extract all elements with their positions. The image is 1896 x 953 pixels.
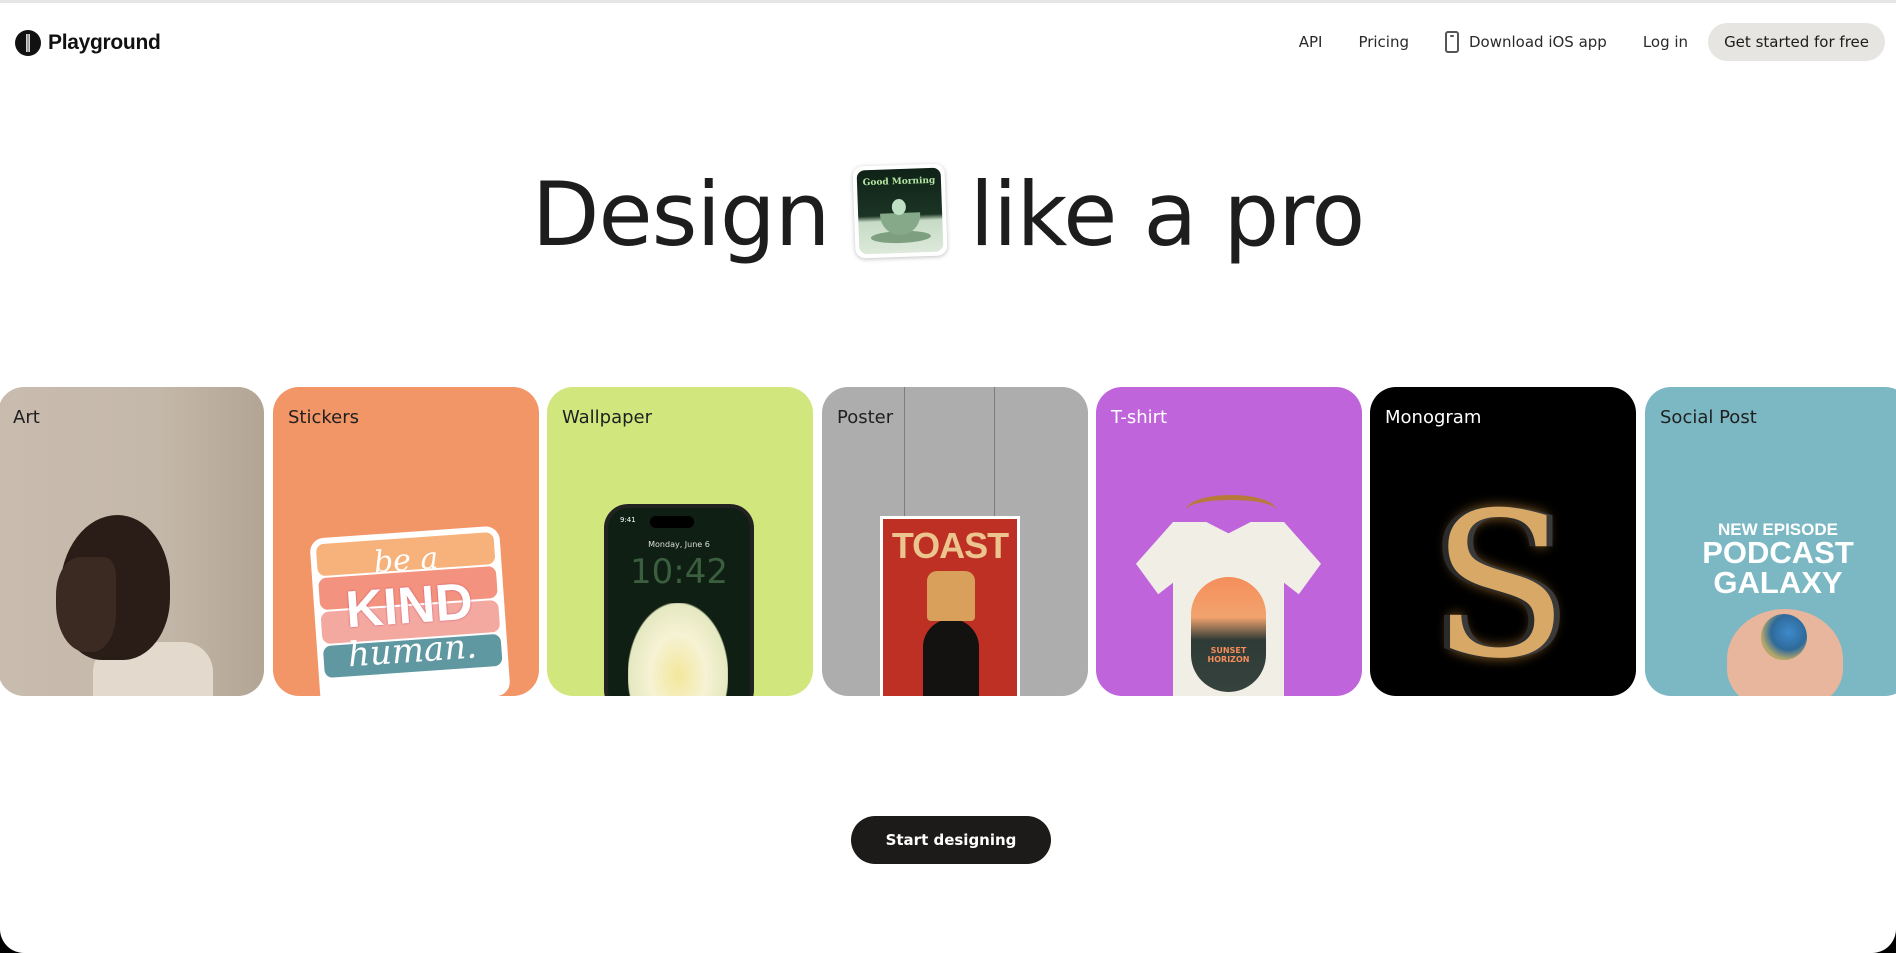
category-carousel: Art Stickers be a KIND human. Wallpaper … [0,387,1896,696]
category-card-tshirt[interactable]: T-shirt SUNSET HORIZON [1096,387,1362,696]
card-label: Wallpaper [562,407,653,428]
cat-shape [923,619,979,696]
monogram-letter: S [1431,470,1569,696]
card-label: Art [13,407,40,428]
hero-thumbnail-image: Good Morning [852,162,948,259]
hero-title-part-2: like a pro [969,163,1366,266]
poster-string [904,387,905,517]
category-card-stickers[interactable]: Stickers be a KIND human. [273,387,539,696]
card-label: T-shirt [1111,407,1168,428]
playground-logo-icon [15,30,41,56]
phone-status-time: 9:41 [620,516,636,524]
card-label: Stickers [288,407,360,428]
figure-shape [891,198,906,215]
category-card-monogram[interactable]: Monogram S [1370,387,1636,696]
landing-page: Playground API Pricing Download iOS app … [0,0,1896,953]
dynamic-island [650,516,694,528]
phone-clock: 10:42 [630,552,728,592]
brand-name: Playground [48,31,161,54]
category-card-social-post[interactable]: Social Post NEW EPISODE PODCAST GALAXY [1645,387,1896,696]
print-text-line-2: HORIZON [1207,654,1250,664]
nav-pricing-link[interactable]: Pricing [1358,33,1409,51]
hanger-shape [1186,495,1276,525]
start-designing-button[interactable]: Start designing [851,816,1051,864]
hero-heading: Design Good Morning like a pro [0,162,1896,266]
category-card-art[interactable]: Art [0,387,264,696]
category-card-poster[interactable]: Poster TOAST [822,387,1088,696]
toast-shape [927,571,975,621]
hero-title-part-1: Design [531,163,831,266]
card-label: Poster [837,407,894,428]
tshirt-print: SUNSET HORIZON [1191,577,1266,692]
get-started-button[interactable]: Get started for free [1708,23,1885,61]
phone-icon [1445,31,1459,53]
brand-logo[interactable]: Playground [14,29,161,57]
print-text-line-1: SUNSET [1210,646,1247,655]
phone-mockup: 9:41 Monday, June 6 10:42 [604,504,754,696]
poster-title: TOAST [891,525,1009,566]
nav-download-ios-link[interactable]: Download iOS app [1445,31,1607,53]
poster-frame: TOAST [880,516,1020,696]
download-ios-label: Download iOS app [1469,33,1607,51]
nav-api-link[interactable]: API [1299,33,1323,51]
card-label: Social Post [1660,407,1757,428]
sticker-image: be a KIND human. [309,525,511,696]
hero-thumbnail-text: Good Morning [862,175,936,188]
social-text-line-3: GALAXY [1713,564,1843,600]
tulip-image [628,603,728,696]
social-text-line-2: PODCAST [1702,535,1854,571]
portrait-face [56,557,116,652]
nav-login-link[interactable]: Log in [1643,33,1688,51]
poster-string [994,387,995,517]
phone-date: Monday, June 6 [648,540,710,549]
card-label: Monogram [1385,407,1482,428]
category-card-wallpaper[interactable]: Wallpaper 9:41 Monday, June 6 10:42 [547,387,813,696]
globe-shape [1761,614,1807,660]
top-nav: API Pricing Download iOS app Log in Get … [1299,23,1885,61]
